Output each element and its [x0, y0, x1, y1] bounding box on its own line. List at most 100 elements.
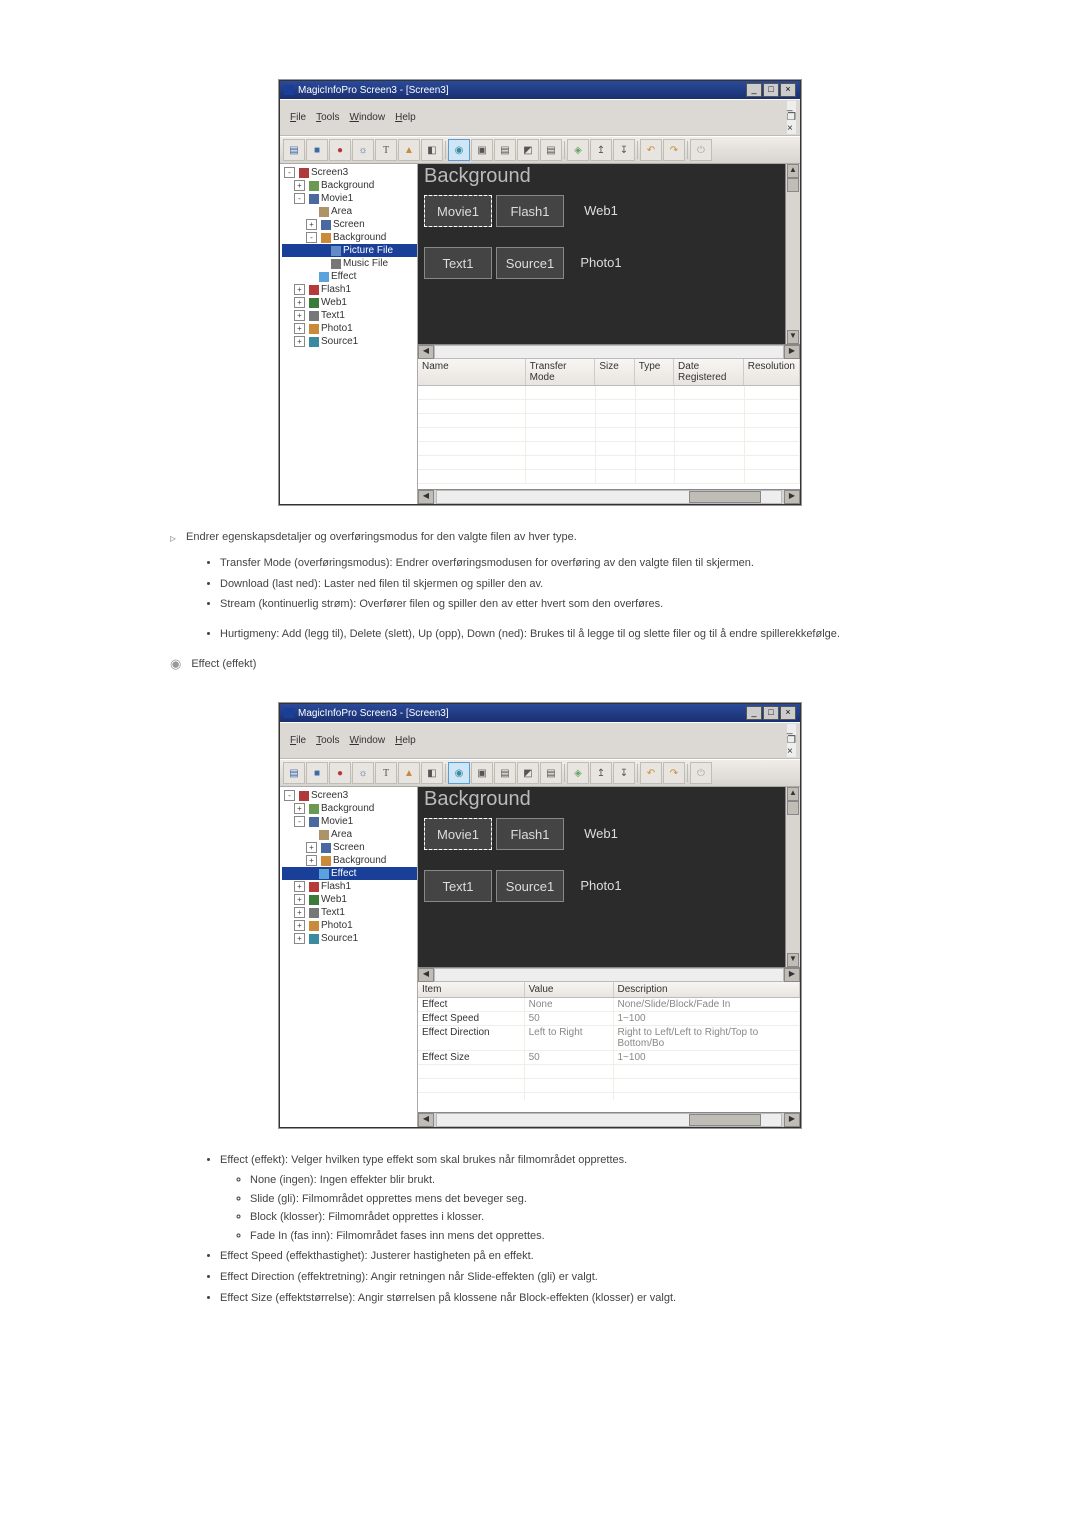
tree-root[interactable]: -Screen3: [282, 166, 417, 179]
menu-tools[interactable]: Tools: [316, 112, 339, 123]
tree-item[interactable]: Picture File: [282, 244, 417, 257]
table-row[interactable]: [418, 456, 800, 470]
scroll-right-arrow-icon[interactable]: ▶: [784, 1113, 800, 1127]
tree-item[interactable]: +Background: [282, 854, 417, 867]
expand-icon[interactable]: +: [294, 803, 305, 814]
column-header[interactable]: Description: [614, 982, 801, 997]
table-row[interactable]: [418, 470, 800, 484]
tool-icon[interactable]: ▲: [398, 139, 420, 161]
expand-icon[interactable]: +: [306, 219, 317, 230]
column-header[interactable]: Type: [635, 359, 674, 385]
tool-icon[interactable]: ☼: [352, 762, 374, 784]
expand-icon[interactable]: -: [294, 193, 305, 204]
tool-icon[interactable]: ■: [306, 762, 328, 784]
tool-icon[interactable]: ▤: [494, 762, 516, 784]
canvas-horizontal-scrollbar[interactable]: ◀ ▶: [418, 344, 800, 359]
tool-icon[interactable]: ▣: [471, 762, 493, 784]
tree-item[interactable]: +Web1: [282, 296, 417, 309]
canvas-thumb[interactable]: Flash1: [496, 818, 564, 850]
menu-file[interactable]: File: [290, 112, 306, 123]
column-header[interactable]: Value: [525, 982, 614, 997]
scroll-up-arrow-icon[interactable]: ▲: [787, 787, 799, 801]
list-horizontal-scrollbar[interactable]: ◀ ▶: [418, 1112, 800, 1127]
scroll-thumb[interactable]: [689, 1114, 761, 1126]
scroll-left-arrow-icon[interactable]: ◀: [418, 968, 434, 982]
tree-root[interactable]: -Screen3: [282, 789, 417, 802]
tool-icon[interactable]: ◈: [567, 762, 589, 784]
expand-icon[interactable]: +: [294, 284, 305, 295]
tree-item[interactable]: +Screen: [282, 841, 417, 854]
power-icon[interactable]: ⏻: [690, 762, 712, 784]
tree-item[interactable]: +Background: [282, 179, 417, 192]
maximize-button[interactable]: □: [763, 706, 779, 720]
canvas-thumb[interactable]: Web1: [568, 195, 634, 225]
tool-icon[interactable]: ◈: [567, 139, 589, 161]
tree-item[interactable]: -Movie1: [282, 192, 417, 205]
scroll-right-arrow-icon[interactable]: ▶: [784, 968, 800, 982]
canvas-thumb[interactable]: Flash1: [496, 195, 564, 227]
canvas-thumb[interactable]: Photo1: [568, 247, 634, 277]
child-close-button[interactable]: ×: [787, 746, 796, 757]
scroll-thumb[interactable]: [787, 178, 799, 192]
vertical-scrollbar[interactable]: ▲ ▼: [785, 164, 800, 344]
expand-icon[interactable]: -: [294, 816, 305, 827]
expand-icon[interactable]: +: [294, 310, 305, 321]
expand-icon[interactable]: +: [294, 336, 305, 347]
tool-icon[interactable]: ▣: [471, 139, 493, 161]
tool-move-back-icon[interactable]: ↧: [613, 762, 635, 784]
tree-item[interactable]: Effect: [282, 867, 417, 880]
expand-icon[interactable]: +: [294, 180, 305, 191]
scroll-right-arrow-icon[interactable]: ▶: [784, 345, 800, 359]
expand-icon[interactable]: +: [306, 842, 317, 853]
expand-icon[interactable]: +: [294, 881, 305, 892]
tool-icon[interactable]: ▤: [540, 762, 562, 784]
tool-icon[interactable]: ■: [306, 139, 328, 161]
expand-icon[interactable]: +: [294, 933, 305, 944]
tool-text-icon[interactable]: T: [375, 139, 397, 161]
canvas-thumb[interactable]: Source1: [496, 247, 564, 279]
child-minimize-button[interactable]: _: [787, 101, 796, 112]
child-restore-button[interactable]: ❐: [787, 112, 796, 123]
tree-item[interactable]: -Movie1: [282, 815, 417, 828]
canvas-thumb[interactable]: Photo1: [568, 870, 634, 900]
menu-help[interactable]: Help: [395, 735, 416, 746]
undo-icon[interactable]: ↶: [640, 139, 662, 161]
tool-move-back-icon[interactable]: ↧: [613, 139, 635, 161]
undo-icon[interactable]: ↶: [640, 762, 662, 784]
menu-window[interactable]: Window: [349, 735, 385, 746]
table-row[interactable]: EffectNoneNone/Slide/Block/Fade In: [418, 998, 800, 1012]
tool-icon[interactable]: ◉: [448, 762, 470, 784]
scroll-thumb[interactable]: [787, 801, 799, 815]
collapse-icon[interactable]: -: [284, 790, 295, 801]
tree-item[interactable]: +Photo1: [282, 919, 417, 932]
table-row[interactable]: [418, 386, 800, 400]
scroll-right-arrow-icon[interactable]: ▶: [784, 490, 800, 504]
scroll-thumb[interactable]: [689, 491, 761, 503]
power-icon[interactable]: ⏻: [690, 139, 712, 161]
canvas-thumb[interactable]: Source1: [496, 870, 564, 902]
expand-icon[interactable]: +: [294, 920, 305, 931]
tree-item[interactable]: Music File: [282, 257, 417, 270]
tree-item[interactable]: Area: [282, 205, 417, 218]
canvas-thumb[interactable]: Text1: [424, 247, 492, 279]
tool-icon[interactable]: ☼: [352, 139, 374, 161]
tool-icon[interactable]: ◩: [517, 762, 539, 784]
menu-tools[interactable]: Tools: [316, 735, 339, 746]
table-row[interactable]: Effect Size501~100: [418, 1051, 800, 1065]
tool-icon[interactable]: ◧: [421, 139, 443, 161]
scroll-down-arrow-icon[interactable]: ▼: [787, 330, 799, 344]
scroll-up-arrow-icon[interactable]: ▲: [787, 164, 799, 178]
tool-icon[interactable]: ●: [329, 139, 351, 161]
tool-move-front-icon[interactable]: ↥: [590, 762, 612, 784]
minimize-button[interactable]: _: [746, 83, 762, 97]
scroll-left-arrow-icon[interactable]: ◀: [418, 1113, 434, 1127]
menu-file[interactable]: File: [290, 735, 306, 746]
child-close-button[interactable]: ×: [787, 123, 796, 134]
collapse-icon[interactable]: -: [284, 167, 295, 178]
canvas-thumb[interactable]: Text1: [424, 870, 492, 902]
tool-icon[interactable]: ▲: [398, 762, 420, 784]
column-header[interactable]: Resolution: [744, 359, 800, 385]
scroll-down-arrow-icon[interactable]: ▼: [787, 953, 799, 967]
tree-item[interactable]: +Source1: [282, 932, 417, 945]
tool-move-front-icon[interactable]: ↥: [590, 139, 612, 161]
